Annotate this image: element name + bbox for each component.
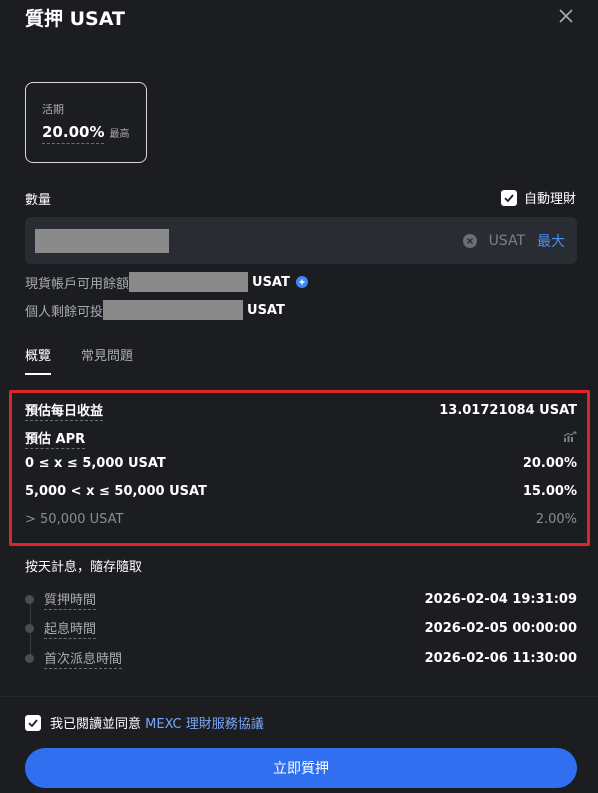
interest-start-value: 2026-02-05 00:00:00 (424, 621, 577, 636)
apr-tier-row: 0 ≤ x ≤ 5,000 USAT 20.00% (25, 456, 577, 471)
amount-input[interactable]: USAT 最大 (25, 217, 577, 264)
timeline-item: 起息時間 2026-02-05 00:00:00 (25, 618, 577, 639)
tab-overview[interactable]: 概覽 (25, 345, 52, 375)
available-balance-unit: USAT (252, 274, 290, 290)
plan-max-label: 最高 (109, 129, 130, 140)
apr-tier-rate: 2.00% (535, 512, 577, 527)
agreement-row: 我已閱讀並同意 MEXC 理財服務協議 (25, 713, 264, 732)
first-payout-value: 2026-02-06 11:30:00 (424, 651, 577, 666)
detail-tabs: 概覽 常見問題 (25, 345, 133, 375)
apr-label: 預估 APR (25, 428, 86, 449)
checkmark-icon (28, 718, 38, 727)
available-balance-row: 現貨帳戶可用餘額 USAT (25, 272, 308, 292)
timeline-item: 質押時間 2026-02-04 19:31:09 (25, 589, 577, 610)
amount-label: 數量 (25, 193, 52, 208)
timeline-dot (25, 595, 34, 604)
apr-tier-rate: 20.00% (522, 456, 577, 471)
stake-time-value: 2026-02-04 19:31:09 (424, 592, 577, 607)
daily-income-label: 預估每日收益 (25, 400, 104, 421)
apr-tier-row: > 50,000 USAT 2.00% (25, 512, 577, 527)
stake-dialog: 質押 USAT 活期 20.00% 最高 數量 自動理財 USAT 最大 現貨帳… (0, 0, 598, 793)
redacted-amount (35, 228, 169, 253)
stake-time-label: 質押時間 (44, 589, 97, 610)
interest-note: 按天計息，隨存隨取 (25, 560, 143, 575)
dialog-title: 質押 USAT (25, 7, 125, 30)
remaining-quota-row: 個人剩餘可投 USAT (25, 300, 285, 320)
interest-start-label: 起息時間 (44, 618, 97, 639)
plan-card-flexible[interactable]: 活期 20.00% 最高 (25, 82, 147, 163)
apr-tier-row: 5,000 < x ≤ 50,000 USAT 15.00% (25, 484, 577, 499)
remaining-quota-unit: USAT (247, 302, 285, 318)
timeline-dot (25, 624, 34, 633)
close-icon (559, 9, 573, 23)
apr-tier-range: > 50,000 USAT (25, 512, 124, 527)
agreement-text: 我已閱讀並同意 (50, 717, 142, 732)
agreement-link[interactable]: MEXC 理財服務協議 (145, 717, 264, 732)
auto-invest-label: 自動理財 (523, 192, 576, 207)
redacted-available-balance (129, 272, 249, 292)
plan-rate-row: 20.00% 最高 (42, 123, 146, 144)
apr-tier-range: 0 ≤ x ≤ 5,000 USAT (25, 456, 166, 471)
close-button[interactable] (556, 6, 578, 28)
clear-icon[interactable] (462, 233, 477, 248)
input-currency: USAT (488, 232, 525, 249)
apr-row: 預估 APR (25, 428, 577, 449)
checkmark-icon (504, 193, 514, 202)
remaining-quota-label: 個人剩餘可投 (25, 304, 104, 320)
dialog-header: 質押 USAT (25, 0, 578, 34)
tab-faq[interactable]: 常見問題 (81, 345, 133, 375)
plan-type-label: 活期 (42, 103, 64, 116)
add-funds-icon[interactable] (295, 276, 308, 288)
stake-now-button[interactable]: 立即質押 (25, 748, 577, 788)
auto-invest-checkbox[interactable] (500, 189, 517, 206)
max-button[interactable]: 最大 (537, 231, 565, 251)
apr-chart-icon[interactable] (563, 430, 577, 447)
plan-rate: 20.00% (42, 123, 105, 144)
daily-income-row: 預估每日收益 13.01721084 USAT (25, 400, 577, 421)
first-payout-label: 首次派息時間 (44, 648, 123, 669)
timeline-dot (25, 654, 34, 663)
daily-income-value: 13.01721084 USAT (439, 403, 577, 418)
timeline-item: 首次派息時間 2026-02-06 11:30:00 (25, 648, 577, 669)
auto-invest-toggle[interactable]: 自動理財 (500, 188, 576, 207)
apr-tier-rate: 15.00% (522, 484, 577, 499)
agreement-checkbox[interactable] (25, 714, 41, 731)
redacted-remaining-quota (103, 300, 244, 320)
available-balance-label: 現貨帳戶可用餘額 (25, 276, 130, 292)
apr-tier-range: 5,000 < x ≤ 50,000 USAT (25, 484, 207, 499)
